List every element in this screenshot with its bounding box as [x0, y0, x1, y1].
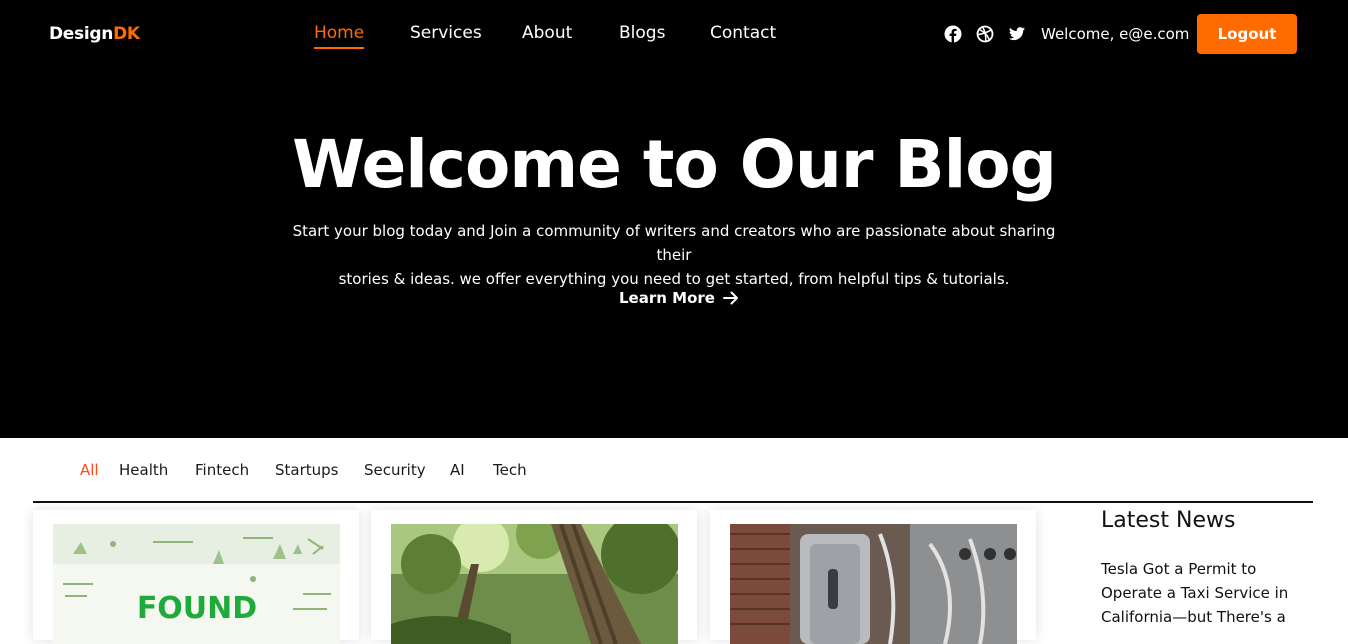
- filter-all[interactable]: All: [80, 461, 99, 479]
- section-divider: [33, 501, 1313, 503]
- filter-ai[interactable]: AI: [450, 461, 465, 479]
- news-headline-line: Tesla Got a Permit to: [1101, 560, 1257, 578]
- nav-contact[interactable]: Contact: [710, 23, 776, 43]
- news-headline-line: Operate a Taxi Service in: [1101, 584, 1289, 602]
- hero-title: Welcome to Our Blog: [292, 126, 1057, 203]
- filter-tech[interactable]: Tech: [493, 461, 527, 479]
- logo-text-main: Design: [49, 24, 114, 44]
- dribbble-icon[interactable]: [976, 25, 994, 43]
- forest-photo-image: [391, 524, 678, 644]
- hero-subtitle-line-2: stories & ideas. we offer everything you…: [338, 270, 1010, 288]
- found-image-text: FOUND: [137, 591, 257, 626]
- blog-card-image[interactable]: [730, 524, 1017, 644]
- learn-more-link[interactable]: Learn More: [619, 289, 739, 307]
- hero-section: DesignDK Home Services About Blogs Conta…: [0, 0, 1348, 438]
- news-headline-line: California—but There's a: [1101, 608, 1286, 626]
- nav-home[interactable]: Home: [314, 23, 365, 49]
- filter-security[interactable]: Security: [364, 461, 426, 479]
- arrow-right-icon: [722, 291, 738, 305]
- hero-subtitle-line-1: Start your blog today and Join a communi…: [292, 222, 1056, 264]
- blog-card-image[interactable]: FOUND: [53, 524, 340, 644]
- nav-about[interactable]: About: [522, 23, 572, 43]
- filter-health[interactable]: Health: [119, 461, 168, 479]
- blog-card[interactable]: [710, 510, 1036, 644]
- twitter-icon[interactable]: [1008, 25, 1026, 43]
- hero-subtitle: Start your blog today and Join a communi…: [290, 219, 1058, 291]
- blog-card[interactable]: [371, 510, 697, 644]
- filter-startups[interactable]: Startups: [275, 461, 339, 479]
- blog-card[interactable]: FOUND: [33, 510, 359, 644]
- blog-card-image[interactable]: [391, 524, 678, 644]
- welcome-user-text: Welcome, e@e.com: [1041, 25, 1190, 43]
- filter-fintech[interactable]: Fintech: [195, 461, 249, 479]
- latest-news-item[interactable]: Tesla Got a Permit to Operate a Taxi Ser…: [1101, 557, 1301, 629]
- facebook-icon[interactable]: [944, 25, 962, 43]
- lab-equipment-photo-image: [730, 524, 1017, 644]
- nav-services[interactable]: Services: [410, 23, 482, 43]
- nav-blogs[interactable]: Blogs: [619, 23, 665, 43]
- logo[interactable]: DesignDK: [49, 24, 140, 44]
- found-illustration-image: FOUND: [53, 524, 340, 644]
- learn-more-label: Learn More: [619, 289, 715, 307]
- logout-button[interactable]: Logout: [1197, 14, 1297, 54]
- logo-text-accent: DK: [113, 24, 140, 44]
- latest-news-title: Latest News: [1101, 508, 1236, 533]
